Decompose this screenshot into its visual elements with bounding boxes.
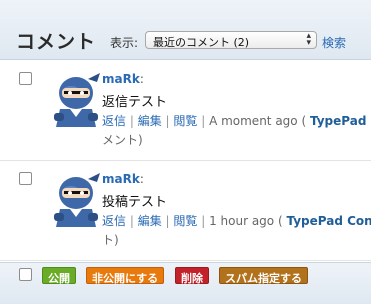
edit-link[interactable]: 編集 xyxy=(138,114,162,128)
comment-author[interactable]: maRk: xyxy=(102,72,144,86)
comment-meta: 返信 | 編集 | 閲覧 | 1 hour ago ( TypePad Conn… xyxy=(102,212,371,250)
comment-source-link[interactable]: TypePad Conn xyxy=(286,214,371,228)
comment-checkbox[interactable] xyxy=(19,72,32,85)
view-link[interactable]: 閲覧 xyxy=(173,214,197,228)
select-all-checkbox[interactable] xyxy=(19,268,32,281)
comment-source-link[interactable]: TypePad C xyxy=(310,114,371,128)
reply-link[interactable]: 返信 xyxy=(102,114,126,128)
display-label: 表示: xyxy=(110,36,139,50)
publish-button[interactable]: 公開 xyxy=(42,267,76,285)
comment-filter-select[interactable]: 最近のコメント (2) ▴ ▾ xyxy=(145,31,317,49)
comment-meta: 返信 | 編集 | 閲覧 | A moment ago ( TypePad C … xyxy=(102,112,371,150)
delete-button[interactable]: 削除 xyxy=(175,267,209,285)
comment-author[interactable]: maRk: xyxy=(102,172,144,186)
comment-body: 投稿テスト xyxy=(102,195,168,210)
comment-time-cont: ト) xyxy=(102,233,119,247)
view-link[interactable]: 閲覧 xyxy=(173,114,197,128)
reply-link[interactable]: 返信 xyxy=(102,214,126,228)
select-updown-icon: ▴ ▾ xyxy=(306,31,311,48)
comment-filter-value: 最近のコメント (2) xyxy=(153,36,250,49)
comment-time: 1 hour ago ( xyxy=(209,214,283,228)
comment-time-cont: メント) xyxy=(102,133,143,147)
ninja-avatar-icon xyxy=(54,73,100,127)
unpublish-button[interactable]: 非公開にする xyxy=(86,267,165,285)
comment-time: A moment ago ( xyxy=(209,114,307,128)
bulk-actions-bar: 公開 非公開にする 削除 スパム指定する xyxy=(0,262,371,304)
comment-item: maRk: 返信テスト 返信 | 編集 | 閲覧 | A moment ago … xyxy=(0,61,371,161)
comment-body: 返信テスト xyxy=(102,95,168,110)
ninja-avatar-icon xyxy=(54,173,100,227)
comments-header: コメント 表示: 最近のコメント (2) ▴ ▾ 検索 xyxy=(0,0,371,60)
search-link[interactable]: 検索 xyxy=(322,34,346,51)
comment-item: maRk: 投稿テスト 返信 | 編集 | 閲覧 | 1 hour ago ( … xyxy=(0,161,371,261)
mark-spam-button[interactable]: スパム指定する xyxy=(219,267,308,285)
page-title: コメント xyxy=(16,31,97,53)
edit-link[interactable]: 編集 xyxy=(138,214,162,228)
comment-checkbox[interactable] xyxy=(19,172,32,185)
